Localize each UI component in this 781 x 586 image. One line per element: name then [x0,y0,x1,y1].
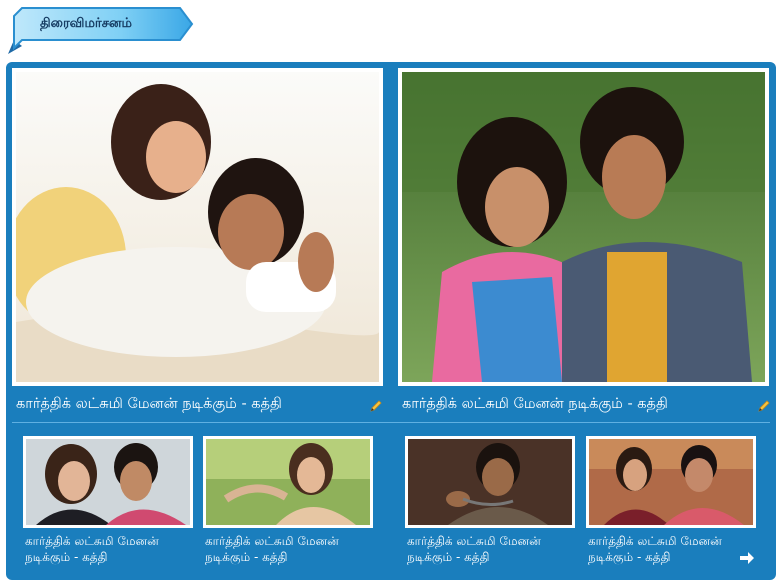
arrow-right-icon[interactable] [739,551,755,565]
section-header: திரைவிமர்சனம் [8,6,198,58]
thumb-image[interactable] [26,439,190,525]
thumb-caption[interactable]: கார்த்திக் லட்சுமி மேனன் நடிக்கும் - கத்… [205,533,373,565]
pencil-icon[interactable] [368,398,384,414]
thumb-caption[interactable]: கார்த்திக் லட்சுமி மேனன் நடிக்கும் - கத்… [25,533,193,565]
header-ribbon-shape [8,7,194,54]
featured-caption[interactable]: கார்த்திக் லட்சுமி மேனன் நடிக்கும் - கத்… [402,396,668,414]
section-divider [12,422,770,423]
pencil-icon[interactable] [756,398,772,414]
featured-caption[interactable]: கார்த்திக் லட்சுமி மேனன் நடிக்கும் - கத்… [16,396,282,414]
section-title: திரைவிமர்சனம் [40,16,132,31]
thumb-image[interactable] [408,439,572,525]
thumb-image[interactable] [206,439,370,525]
thumb-caption[interactable]: கார்த்திக் லட்சுமி மேனன் நடிக்கும் - கத்… [407,533,575,565]
thumb-image[interactable] [589,439,753,525]
review-panel: கார்த்திக் லட்சுமி மேனன் நடிக்கும் - கத்… [6,62,776,580]
thumb-caption[interactable]: கார்த்திக் லட்சுமி மேனன் நடிக்கும் - கத்… [588,533,756,565]
featured-thumbnail[interactable] [402,72,765,382]
featured-thumbnail[interactable] [16,72,379,382]
